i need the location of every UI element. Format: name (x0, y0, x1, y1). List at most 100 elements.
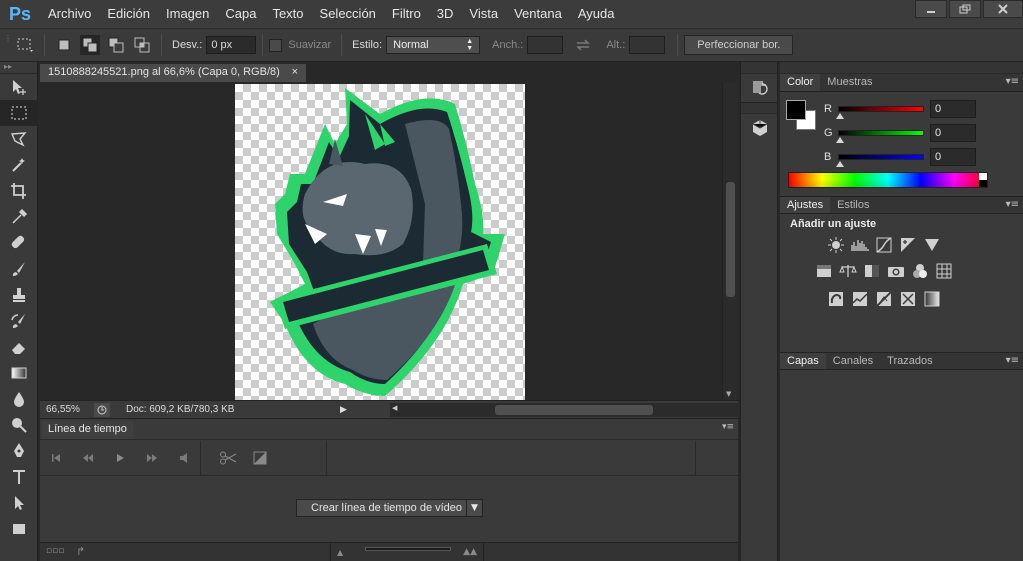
photo-filter-icon[interactable] (884, 260, 908, 282)
gradient-map-icon[interactable] (920, 288, 944, 310)
red-slider[interactable] (836, 106, 924, 119)
new-selection-icon[interactable] (54, 35, 74, 55)
brush-tool-icon[interactable] (0, 256, 38, 282)
feather-input[interactable]: 0 px (206, 36, 257, 54)
scissors-icon[interactable] (212, 444, 244, 472)
color-balance-icon[interactable] (836, 260, 860, 282)
tab-swatches[interactable]: Muestras (820, 74, 879, 91)
black-white-swatch[interactable] (979, 173, 987, 187)
menu-vista[interactable]: Vista (461, 0, 506, 28)
menu-ventana[interactable]: Ventana (506, 0, 570, 28)
subtract-selection-icon[interactable] (106, 35, 126, 55)
dock-grip[interactable] (741, 62, 777, 74)
channel-mixer-icon[interactable] (908, 260, 932, 282)
red-value-input[interactable]: 0 (930, 100, 976, 118)
minimize-icon[interactable] (915, 0, 947, 18)
slider-knob[interactable] (836, 137, 844, 143)
blue-value-input[interactable]: 0 (930, 148, 976, 166)
previous-frame-icon[interactable] (72, 444, 104, 472)
move-tool-icon[interactable] (0, 74, 38, 100)
vibrance-icon[interactable] (920, 234, 944, 256)
rectangle-shape-tool-icon[interactable] (0, 516, 38, 542)
zoom-level[interactable]: 66,55% (40, 404, 90, 415)
panel-menu-icon[interactable]: ▾≡ (1006, 76, 1019, 87)
threshold-icon[interactable] (872, 288, 896, 310)
add-selection-icon[interactable] (80, 35, 100, 55)
color-spectrum-bar[interactable] (788, 172, 988, 188)
exposure-icon[interactable] (896, 234, 920, 256)
scroll-left-icon[interactable]: ◀ (392, 404, 397, 412)
brightness-icon[interactable] (824, 234, 848, 256)
create-video-timeline-button[interactable]: Crear línea de tiempo de vídeo (296, 499, 478, 517)
clone-stamp-tool-icon[interactable] (0, 282, 38, 308)
horizontal-scrollbar-thumb[interactable] (495, 405, 653, 415)
horizontal-scrollbar[interactable]: ◀ ▶ (390, 403, 760, 417)
status-menu-icon[interactable] (94, 402, 110, 417)
status-expand-icon[interactable]: ▶ (340, 404, 347, 415)
tab-paths[interactable]: Trazados (880, 353, 939, 369)
gradient-tool-icon[interactable] (0, 360, 38, 386)
panel-menu-icon[interactable]: ▾≡ (1006, 199, 1019, 210)
close-icon[interactable] (983, 0, 1023, 18)
dodge-tool-icon[interactable] (0, 412, 38, 438)
vertical-scrollbar[interactable]: ▼ (722, 82, 738, 400)
antialias-checkbox[interactable] (269, 38, 283, 52)
pen-tool-icon[interactable] (0, 438, 38, 464)
first-frame-icon[interactable] (40, 444, 72, 472)
hue-saturation-icon[interactable] (812, 260, 836, 282)
frames-icon[interactable]: ▫▫▫ (46, 546, 64, 556)
type-tool-icon[interactable] (0, 464, 38, 490)
blue-slider[interactable] (836, 154, 924, 167)
vertical-scrollbar-thumb[interactable] (726, 182, 735, 297)
selective-color-icon[interactable] (896, 288, 920, 310)
tab-layers[interactable]: Capas (780, 353, 826, 369)
chevron-down-icon[interactable]: ▼ (466, 499, 483, 517)
tools-grip[interactable]: ▸▸ (0, 62, 37, 74)
dock-grip[interactable] (741, 102, 777, 114)
history-panel-icon[interactable] (741, 74, 779, 102)
rectangular-marquee-tool-icon[interactable] (0, 100, 38, 126)
height-input[interactable] (629, 36, 666, 54)
3d-panel-icon[interactable] (741, 114, 779, 142)
path-selection-tool-icon[interactable] (0, 490, 38, 516)
invert-icon[interactable] (824, 288, 848, 310)
foreground-color-swatch[interactable] (786, 100, 806, 120)
crop-tool-icon[interactable] (0, 178, 38, 204)
intersect-selection-icon[interactable] (132, 35, 152, 55)
zoom-out-icon[interactable]: ▲ (337, 548, 343, 557)
blur-tool-icon[interactable] (0, 386, 38, 412)
menu-archivo[interactable]: Archivo (40, 0, 99, 28)
magic-wand-tool-icon[interactable] (0, 152, 38, 178)
slider-knob[interactable] (836, 161, 844, 167)
menu-texto[interactable]: Texto (264, 0, 311, 28)
green-slider[interactable] (836, 130, 924, 143)
eraser-tool-icon[interactable] (0, 334, 38, 360)
curves-icon[interactable] (872, 234, 896, 256)
green-value-input[interactable]: 0 (930, 124, 976, 142)
menu-capa[interactable]: Capa (217, 0, 264, 28)
convert-icon[interactable]: ↱ (76, 545, 85, 558)
zoom-in-icon[interactable]: ▲▲ (463, 547, 477, 557)
tab-styles[interactable]: Estilos (830, 197, 876, 213)
lasso-tool-icon[interactable] (0, 126, 38, 152)
refine-edge-button[interactable]: Perfeccionar bor. (684, 35, 794, 55)
audio-icon[interactable] (168, 444, 200, 472)
width-input[interactable] (527, 36, 564, 54)
menu-edicion[interactable]: Edición (99, 0, 158, 28)
menu-filtro[interactable]: Filtro (384, 0, 429, 28)
menu-3d[interactable]: 3D (429, 0, 462, 28)
marquee-preset-icon[interactable] (15, 35, 35, 55)
menu-imagen[interactable]: Imagen (158, 0, 217, 28)
tab-adjustments[interactable]: Ajustes (780, 197, 831, 213)
posterize-icon[interactable] (848, 288, 872, 310)
menu-seleccion[interactable]: Selección (312, 0, 384, 28)
tab-color[interactable]: Color (780, 74, 821, 91)
black-white-icon[interactable] (860, 260, 884, 282)
color-lookup-icon[interactable] (932, 260, 956, 282)
eyedropper-tool-icon[interactable] (0, 204, 38, 230)
panel-menu-icon[interactable]: ▾≡ (722, 422, 734, 432)
levels-icon[interactable] (848, 234, 872, 256)
close-document-icon[interactable]: × (292, 66, 298, 80)
history-brush-tool-icon[interactable] (0, 308, 38, 334)
timeline-tab[interactable]: Línea de tiempo (42, 421, 133, 439)
